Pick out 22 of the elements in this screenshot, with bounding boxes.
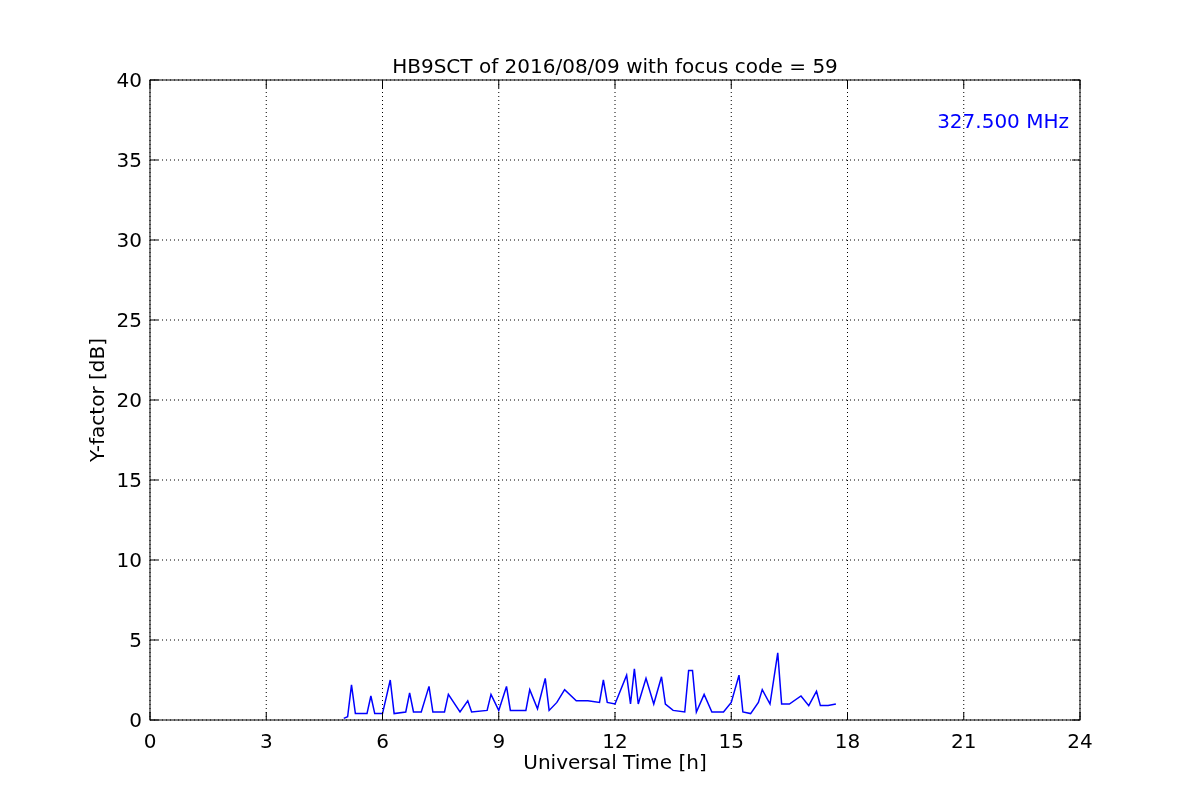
- y-tick-label: 10: [116, 548, 142, 572]
- x-tick-label: 15: [718, 729, 744, 753]
- x-tick-label: 24: [1067, 729, 1093, 753]
- x-tick-label: 12: [602, 729, 628, 753]
- y-tick-label: 40: [116, 68, 142, 92]
- y-tick-label: 30: [116, 228, 142, 252]
- y-tick-label: 0: [129, 708, 142, 732]
- y-tick-label: 35: [116, 148, 142, 172]
- x-tick-label: 9: [492, 729, 506, 753]
- y-tick-label: 5: [129, 628, 142, 652]
- chart-title: HB9SCT of 2016/08/09 with focus code = 59: [392, 54, 838, 78]
- y-tick-label: 25: [116, 308, 142, 332]
- y-axis-label: Y-factor [dB]: [85, 338, 109, 462]
- x-tick-label: 3: [259, 729, 273, 753]
- x-tick-label: 18: [834, 729, 861, 753]
- x-tick-label: 6: [376, 729, 389, 753]
- x-tick-label: 0: [143, 729, 157, 753]
- y-tick-label: 15: [116, 468, 142, 492]
- y-tick-label: 20: [116, 388, 142, 412]
- x-tick-label: 21: [951, 729, 977, 753]
- x-axis-label: Universal Time [h]: [523, 750, 707, 774]
- frequency-label: 327.500 MHz: [937, 109, 1069, 133]
